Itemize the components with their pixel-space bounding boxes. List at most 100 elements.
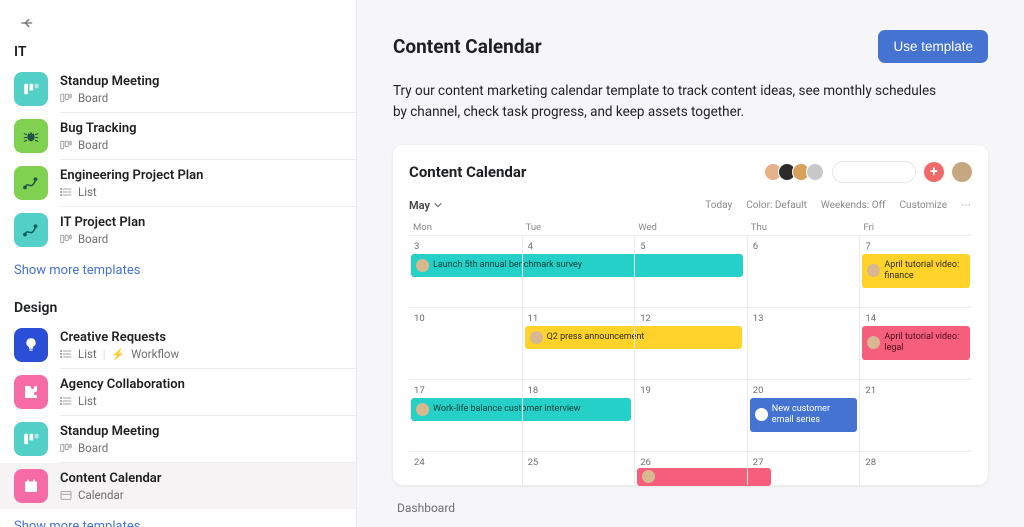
day-number: 6 (748, 239, 860, 254)
day-number: 17 (409, 383, 522, 398)
page-description: Try our content marketing calendar templ… (393, 81, 953, 123)
template-item-bug-tracking[interactable]: Bug Tracking Board (0, 113, 356, 159)
view-label: Board (78, 138, 108, 152)
template-title: Content Calendar (60, 470, 342, 487)
day-cell[interactable]: 7 April tutorial video: finance (859, 235, 972, 307)
view-label: Board (78, 441, 108, 455)
day-number: 24 (409, 455, 522, 470)
day-number: 18 (523, 383, 635, 398)
bug-icon (14, 119, 48, 153)
add-button[interactable]: + (924, 162, 944, 182)
plan-icon (14, 213, 48, 247)
color-setting[interactable]: Color: Default (746, 200, 807, 211)
day-number: 11 (523, 311, 635, 326)
weekday: Mon (409, 220, 522, 235)
main-content: Content Calendar Use template Try our co… (357, 0, 1024, 527)
view-label: List (78, 347, 97, 361)
section-title-it: IT (0, 36, 356, 66)
day-number: 25 (523, 455, 635, 470)
section-title-design: Design (0, 292, 356, 322)
calendar-event[interactable]: April tutorial video: legal (862, 326, 970, 360)
workflow-label: Workflow (131, 347, 179, 361)
template-item-standup-design[interactable]: Standup Meeting Board (0, 416, 356, 462)
view-label: List (78, 185, 97, 199)
calendar-event[interactable]: April tutorial video: finance (862, 254, 970, 288)
day-cell[interactable]: 20 New customer email series (747, 379, 860, 451)
view-label: Calendar (78, 488, 124, 502)
separator: | (103, 348, 106, 361)
list-view-icon (60, 187, 72, 197)
weekends-toggle[interactable]: Weekends: Off (821, 200, 886, 211)
weekday: Thu (747, 220, 860, 235)
page-title: Content Calendar (393, 35, 542, 58)
view-label: Board (78, 91, 108, 105)
board-icon (14, 422, 48, 456)
plan-icon (14, 166, 48, 200)
day-cell[interactable]: 11 Q2 press announcement (522, 307, 635, 379)
show-more-it[interactable]: Show more templates (0, 253, 356, 292)
template-title: Agency Collaboration (60, 376, 342, 393)
day-cell[interactable]: 6 (747, 235, 860, 307)
bulb-icon (14, 328, 48, 362)
view-label: List (78, 394, 97, 408)
dashboard-label: Dashboard (393, 485, 988, 525)
day-number: 19 (635, 383, 747, 398)
preview-title: Content Calendar (409, 163, 526, 181)
day-cell[interactable]: 10 (409, 307, 522, 379)
template-item-eng-project-plan[interactable]: Engineering Project Plan List (0, 160, 356, 206)
day-number: 28 (860, 455, 972, 470)
template-title: Engineering Project Plan (60, 167, 342, 184)
day-cell[interactable]: 4 (522, 235, 635, 307)
day-number: 5 (635, 239, 747, 254)
template-item-content-calendar[interactable]: Content Calendar Calendar (0, 463, 356, 509)
month-picker[interactable]: May (409, 199, 442, 212)
member-avatars[interactable] (764, 163, 824, 181)
day-cell[interactable]: 19 (634, 379, 747, 451)
template-item-creative-requests[interactable]: Creative Requests List | ⚡ Workflow (0, 322, 356, 368)
search-input[interactable] (832, 161, 916, 183)
template-item-standup[interactable]: Standup Meeting Board (0, 66, 356, 112)
calendar-view-icon (60, 490, 72, 500)
day-number: 4 (523, 239, 635, 254)
day-cell[interactable]: 21 (859, 379, 972, 451)
day-cell[interactable]: 14 April tutorial video: legal (859, 307, 972, 379)
day-cell[interactable]: 17 Work-life balance customer interview (409, 379, 522, 451)
board-view-icon (60, 234, 72, 244)
show-more-design[interactable]: Show more templates (0, 509, 356, 527)
template-title: Bug Tracking (60, 120, 342, 137)
avatar (806, 163, 824, 181)
today-button[interactable]: Today (705, 200, 732, 211)
day-number: 12 (635, 311, 747, 326)
calendar-preview: Content Calendar + May (393, 145, 988, 485)
calendar-grid: 3 Launch 5th annual benchmark survey 4 5… (409, 235, 972, 485)
day-number: 27 (748, 455, 860, 470)
calendar-icon (14, 469, 48, 503)
template-item-agency-collab[interactable]: Agency Collaboration List (0, 369, 356, 415)
day-cell[interactable]: 25 (522, 451, 635, 485)
day-cell[interactable]: 18 (522, 379, 635, 451)
board-view-icon (60, 443, 72, 453)
list-view-icon (60, 349, 72, 359)
day-cell[interactable]: 5 (634, 235, 747, 307)
more-icon[interactable]: ⋯ (961, 200, 972, 211)
day-number: 13 (748, 311, 860, 326)
customize-button[interactable]: Customize (900, 200, 947, 211)
day-number: 21 (860, 383, 972, 398)
puzzle-icon (14, 375, 48, 409)
day-cell[interactable]: 3 Launch 5th annual benchmark survey (409, 235, 522, 307)
use-template-button[interactable]: Use template (878, 30, 988, 63)
user-avatar[interactable] (952, 162, 972, 182)
day-number: 20 (748, 383, 860, 398)
board-view-icon (60, 140, 72, 150)
template-item-it-project-plan[interactable]: IT Project Plan Board (0, 207, 356, 253)
day-cell[interactable]: 12 (634, 307, 747, 379)
day-cell[interactable]: 26 (634, 451, 747, 485)
day-cell[interactable]: 27 (747, 451, 860, 485)
calendar-event[interactable]: New customer email series (750, 398, 858, 432)
day-cell[interactable]: 24 (409, 451, 522, 485)
view-label: Board (78, 232, 108, 246)
day-cell[interactable]: 13 (747, 307, 860, 379)
day-cell[interactable]: 28 (859, 451, 972, 485)
back-button[interactable] (14, 10, 40, 36)
template-title: Creative Requests (60, 329, 342, 346)
